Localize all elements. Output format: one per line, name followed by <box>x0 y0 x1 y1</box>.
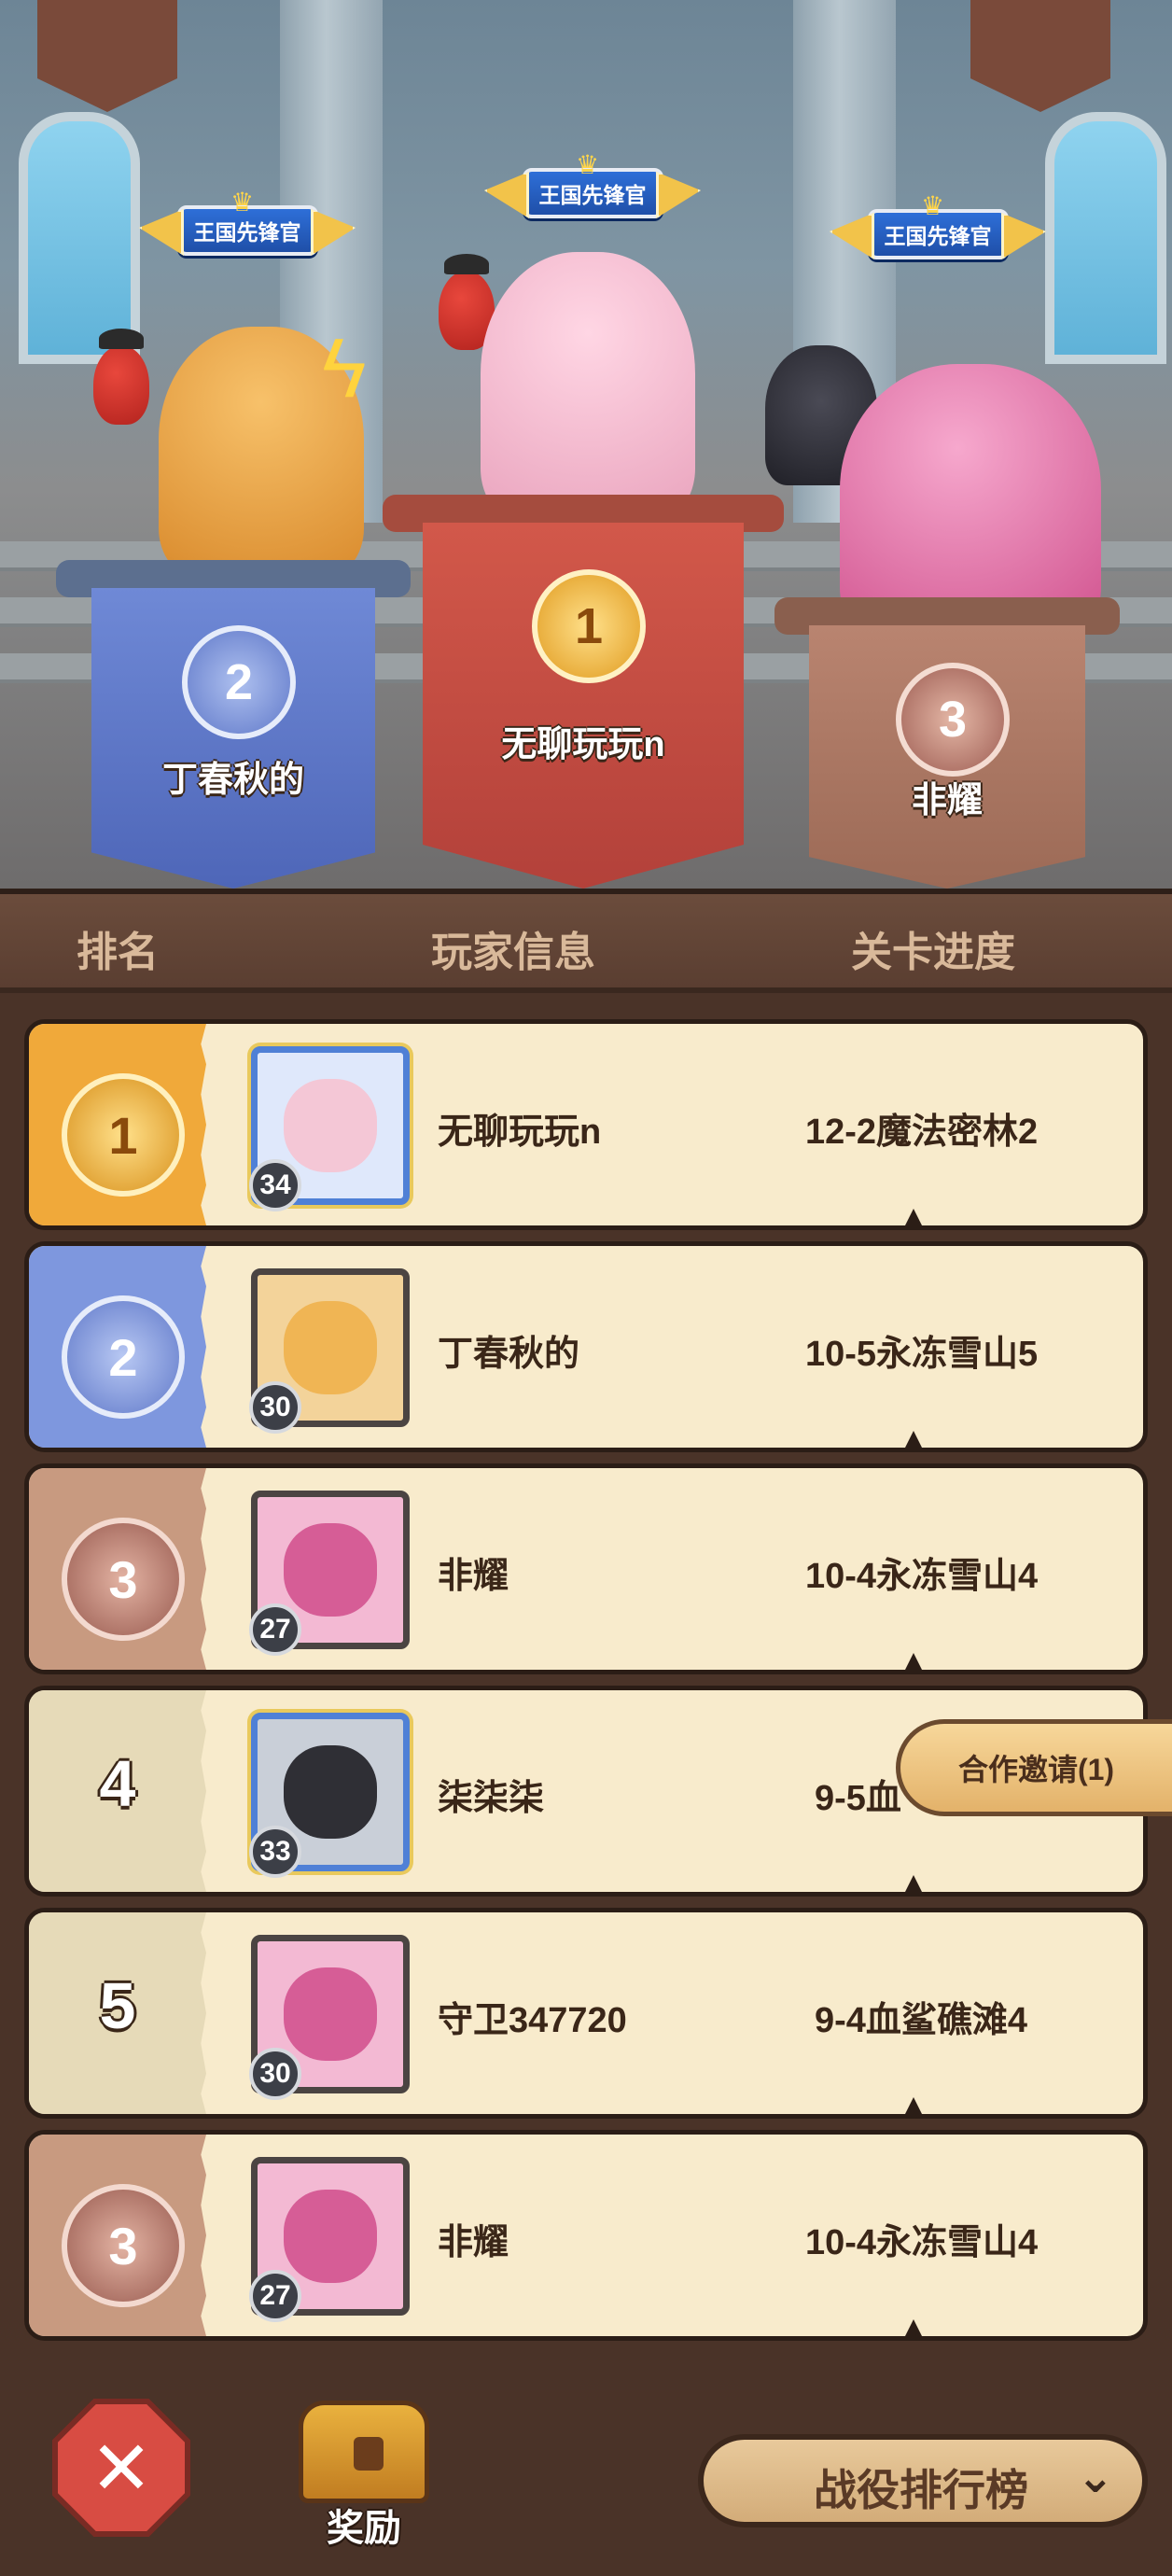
lightning-icon: ϟ <box>322 322 367 415</box>
wall-banner <box>970 0 1110 112</box>
castle-window <box>1045 112 1166 364</box>
player-name: 无聊玩玩n <box>438 1113 602 1152</box>
player-name: 非耀 <box>438 1557 509 1596</box>
level-badge: 27 <box>249 2270 301 2322</box>
level-badge: 27 <box>249 1603 301 1656</box>
stage-progress: 12-2魔法密林2 <box>805 1113 1039 1152</box>
podium-scene: ♛ 王国先锋官 ♛ 王国先锋官 ♛ 王国先锋官 ϟ 2 丁春秋的 1 无聊玩玩n… <box>0 0 1172 889</box>
castle-window <box>19 112 140 364</box>
row-notch <box>904 1209 923 1225</box>
title-badge-second: ♛ 王国先锋官 <box>135 188 359 261</box>
player-name: 柒柒柒 <box>438 1779 545 1818</box>
table-row[interactable]: 2 30 丁春秋的 10-5永冻雪山5 <box>24 1241 1148 1452</box>
selector-label: 战役排行榜 <box>814 2466 1028 2514</box>
table-row[interactable]: 3 27 非耀 10-4永冻雪山4 <box>24 2130 1148 2341</box>
column-progress-header: 关卡进度 <box>851 930 1015 975</box>
level-badge: 33 <box>249 1826 301 1878</box>
coop-invite-button[interactable]: 合作邀请(1) <box>896 1719 1172 1816</box>
close-icon: ✕ <box>90 2426 153 2510</box>
rank-number: 4 <box>99 1747 136 1820</box>
podium-third: 3 非耀 <box>774 597 1120 889</box>
rank-number: 5 <box>99 1969 136 2042</box>
player-name: 非耀 <box>438 2223 509 2262</box>
row-notch <box>904 2319 923 2336</box>
title-badge-first: ♛ 王国先锋官 <box>481 150 705 224</box>
bottom-bar: ✕ 奖励 战役排行榜 ⌄ <box>0 2358 1172 2576</box>
bronze-medal-icon: 3 <box>62 1518 185 1641</box>
stage-progress: 10-4永冻雪山4 <box>805 2223 1039 2262</box>
ranking-list[interactable]: 1 34 无聊玩玩n 12-2魔法密林2 2 30 丁春秋的 10-5永冻雪山5… <box>0 993 1172 2358</box>
gold-medal-icon: 1 <box>62 1073 185 1197</box>
silver-medal-icon: 2 <box>62 1295 185 1419</box>
character-first[interactable] <box>481 252 695 523</box>
podium-first: 1 无聊玩玩n <box>383 495 784 889</box>
podium-first-name: 无聊玩玩n <box>501 725 665 764</box>
treasure-chest-icon[interactable] <box>299 2401 429 2503</box>
podium-second: 2 丁春秋的 <box>56 560 411 889</box>
chevron-down-icon: ⌄ <box>1076 2453 1114 2502</box>
wall-banner <box>37 0 177 112</box>
column-player-header: 玩家信息 <box>431 930 595 975</box>
stage-progress: 9-5血 <box>815 1779 901 1818</box>
stage-progress: 10-4永冻雪山4 <box>805 1557 1039 1596</box>
bronze-medal-icon: 3 <box>62 2184 185 2307</box>
player-name: 守卫347720 <box>438 2001 627 2040</box>
chest-lock <box>354 2437 384 2471</box>
table-row[interactable]: 3 27 非耀 10-4永冻雪山4 <box>24 1463 1148 1674</box>
level-badge: 30 <box>249 1381 301 1434</box>
podium-third-name: 非耀 <box>911 781 983 820</box>
reward-label[interactable]: 奖励 <box>299 2498 429 2552</box>
parrot-pet-icon <box>93 329 149 425</box>
table-header: 排名 玩家信息 关卡进度 <box>0 889 1172 993</box>
column-rank-header: 排名 <box>77 930 159 975</box>
row-notch <box>904 2097 923 2114</box>
level-badge: 30 <box>249 2048 301 2100</box>
table-row[interactable]: 5 30 守卫347720 9-4血鲨礁滩4 <box>24 1908 1148 2119</box>
medal-third-icon: 3 <box>896 663 1010 777</box>
stage-progress: 10-5永冻雪山5 <box>805 1335 1039 1374</box>
medal-first-icon: 1 <box>532 569 646 683</box>
medal-second-icon: 2 <box>182 625 296 739</box>
row-notch <box>904 1875 923 1892</box>
title-badge-third: ♛ 王国先锋官 <box>826 191 1050 265</box>
podium-second-name: 丁春秋的 <box>161 761 304 800</box>
row-notch <box>904 1653 923 1670</box>
stage-progress: 9-4血鲨礁滩4 <box>815 2001 1028 2040</box>
leaderboard-selector[interactable]: 战役排行榜 ⌄ <box>698 2434 1148 2527</box>
player-name: 丁春秋的 <box>438 1335 580 1374</box>
row-notch <box>904 1431 923 1448</box>
table-row[interactable]: 1 34 无聊玩玩n 12-2魔法密林2 <box>24 1019 1148 1230</box>
level-badge: 34 <box>249 1159 301 1211</box>
